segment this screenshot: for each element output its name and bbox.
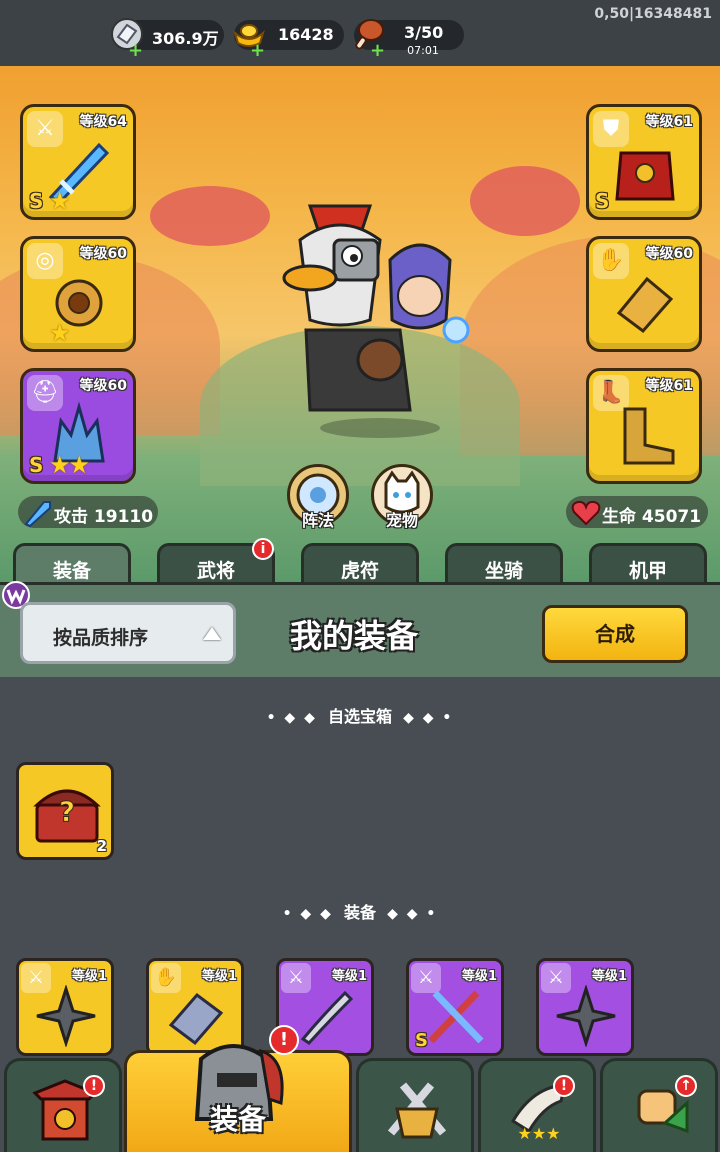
equipment-section-header: • ◆ ◆ 装备 ◆ ◆ • <box>0 899 720 923</box>
attack-sword-icon <box>24 501 51 528</box>
inventory-item[interactable]: ⚔ 等级1 S <box>406 958 504 1056</box>
chevron-up-icon <box>203 627 221 640</box>
page-title: 我的装备 <box>290 617 419 655</box>
equipped-helmet-slot[interactable]: ⛑ 等级60 S ★★ <box>20 368 136 484</box>
gold-add-icon[interactable]: + <box>250 42 265 60</box>
inventory-item[interactable]: ⚔ 等级1 <box>536 958 634 1056</box>
hero-character[interactable] <box>270 200 490 440</box>
nav-equipment[interactable]: ! 装备 <box>124 1025 352 1152</box>
item-level: 等级1 <box>461 969 497 984</box>
equipped-armor-slot[interactable]: ⛊ 等级61 S <box>586 104 702 220</box>
svg-text:?: ? <box>59 795 75 828</box>
gold-value: 16428 <box>278 25 334 44</box>
slot-level: 等级60 <box>645 246 693 262</box>
tab-mount[interactable]: 坐骑 <box>445 543 563 587</box>
stamina-timer: 07:01 <box>407 44 439 57</box>
red-armor-icon <box>615 151 675 201</box>
grade-label: S <box>29 189 44 213</box>
mystery-chest-icon: ? <box>33 789 101 843</box>
slot-level: 等级60 <box>79 378 127 394</box>
slot-level: 等级64 <box>79 114 127 130</box>
chest-section-header: • ◆ ◆ 自选宝箱 ◆ ◆ • <box>0 703 720 727</box>
section-dots: ◆ ◆ • <box>403 710 454 726</box>
chest-section-title: 自选宝箱 <box>327 707 392 726</box>
gold-resource[interactable]: + 16428 <box>233 20 344 60</box>
item-level: 等级1 <box>71 969 107 984</box>
shop-alert-badge: ! <box>83 1075 105 1097</box>
top-resource-bar: + 306.9万 + 16428 + 3/50 07:01 0,50|16348… <box>0 0 720 66</box>
grade-label: S <box>415 1030 428 1051</box>
debug-coordinates: 0,50|16348481 <box>594 6 712 22</box>
gold-bracer-icon <box>616 276 674 334</box>
formation-button[interactable]: 阵法 <box>287 464 349 530</box>
stamina-resource[interactable]: + 3/50 07:01 <box>354 19 464 60</box>
battle-swords-icon <box>387 1082 447 1139</box>
equipped-gauntlet-slot[interactable]: ✋ 等级60 <box>586 236 702 352</box>
equipped-medal-slot[interactable]: ◎ 等级60 ★ <box>20 236 136 352</box>
stamina-value: 3/50 <box>404 23 444 42</box>
item-level: 等级1 <box>331 969 367 984</box>
section-dots: ◆ ◆ • <box>387 906 438 922</box>
inventory-item[interactable]: ⚔ 等级1 <box>16 958 114 1056</box>
chest-item[interactable]: ? 2 <box>16 762 114 860</box>
hp-stat: 生命 45071 <box>566 496 708 528</box>
nav-battle[interactable] <box>356 1058 474 1152</box>
svg-text:★★★: ★★★ <box>517 1124 560 1143</box>
star-rating: ★ <box>49 319 70 347</box>
equipment-section-title: 装备 <box>343 903 376 922</box>
pet-label: 宠物 <box>385 511 418 530</box>
gold-boots-icon <box>623 407 675 465</box>
equipment-header-panel: 按品质排序 我的装备 合成 <box>0 581 720 677</box>
equipped-boots-slot[interactable]: 👢 等级61 <box>586 368 702 484</box>
sort-by-quality-dropdown[interactable]: 按品质排序 <box>20 602 236 664</box>
shuriken-icon <box>36 985 96 1047</box>
nav-horn[interactable]: ★★★ ! <box>478 1058 596 1152</box>
silver-value: 306.9万 <box>152 29 219 48</box>
sort-label: 按品质排序 <box>53 627 149 649</box>
tab-tiger-tally[interactable]: 虎符 <box>301 543 419 587</box>
heart-icon <box>571 500 601 526</box>
horn-alert-badge: ! <box>553 1075 575 1097</box>
star-rating: ★★ <box>49 451 90 479</box>
equipment-alert-badge: ! <box>269 1025 299 1055</box>
background-tree <box>150 186 270 246</box>
section-dots: • ◆ ◆ <box>282 906 333 922</box>
slot-level: 等级60 <box>79 246 127 262</box>
nav-shop[interactable]: ! <box>4 1058 122 1152</box>
slot-level: 等级61 <box>645 114 693 130</box>
hero-scene: ⚔ 等级64 S ★ ◎ 等级60 ★ ⛑ 等级60 S ★★ ⛊ 等级61 S… <box>0 66 720 582</box>
upgrade-alert-badge: ↑ <box>675 1075 697 1097</box>
section-dots: • ◆ ◆ <box>266 710 317 726</box>
generals-alert-badge: i <box>252 538 274 560</box>
grade-label: S <box>29 453 44 477</box>
item-count: 2 <box>96 837 107 855</box>
nav-upgrade[interactable]: ↑ <box>600 1058 718 1152</box>
nav-equipment-label: 装备 <box>209 1103 266 1136</box>
grade-label: S <box>595 189 610 213</box>
equipped-weapon-slot[interactable]: ⚔ 等级64 S ★ <box>20 104 136 220</box>
shuriken-icon <box>556 985 616 1047</box>
compose-button[interactable]: 合成 <box>542 605 688 663</box>
item-level: 等级1 <box>201 969 237 984</box>
tab-mecha[interactable]: 机甲 <box>589 543 707 587</box>
attack-value: 攻击 19110 <box>54 507 154 527</box>
slot-level: 等级61 <box>645 378 693 394</box>
item-level: 等级1 <box>591 969 627 984</box>
attack-stat: 攻击 19110 <box>18 496 158 528</box>
pet-button[interactable]: 宠物 <box>371 464 433 530</box>
silver-resource[interactable]: + 306.9万 <box>111 18 224 60</box>
formation-label: 阵法 <box>301 511 334 530</box>
hp-value: 生命 45071 <box>602 507 702 527</box>
dagger-icon <box>300 990 354 1045</box>
crossed-swords-icon <box>428 990 484 1044</box>
silver-add-icon[interactable]: + <box>128 42 143 60</box>
star-rating: ★ <box>49 187 70 215</box>
